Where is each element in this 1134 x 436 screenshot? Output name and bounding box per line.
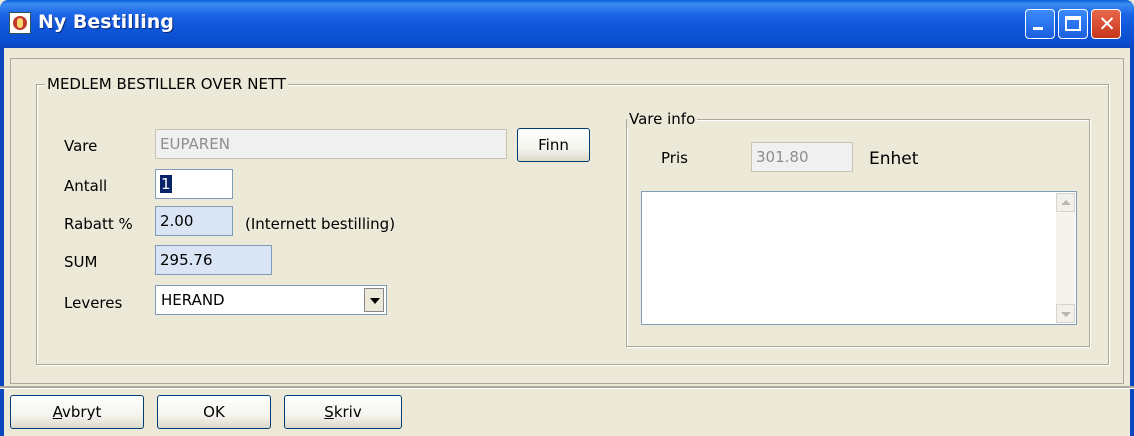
content-panel: MEDLEM BESTILLER OVER NETT Vare EUPAREN …	[10, 58, 1124, 384]
pris-field[interactable]: 301.80	[751, 142, 853, 172]
title-bar[interactable]: Ny Bestilling ✕	[0, 0, 1134, 48]
minimize-button[interactable]	[1025, 9, 1055, 39]
window-border-right	[1130, 48, 1134, 436]
chevron-down-icon[interactable]	[364, 288, 384, 312]
button-divider	[0, 386, 1134, 389]
ok-button[interactable]: OK	[157, 395, 271, 429]
leveres-dropdown[interactable]: HERAND	[155, 285, 387, 315]
rabatt-field[interactable]: 2.00	[155, 206, 233, 236]
print-label: kriv	[333, 403, 362, 421]
print-accel: S	[324, 403, 334, 421]
sum-field[interactable]: 295.76	[155, 245, 272, 275]
unit-label: Enhet	[869, 149, 919, 169]
find-button[interactable]: Finn	[517, 128, 590, 162]
pris-label: Pris	[661, 149, 688, 167]
minimize-icon	[1033, 27, 1043, 30]
rabatt-label: Rabatt %	[64, 215, 133, 233]
leveres-value: HERAND	[161, 291, 225, 309]
antall-value: 1	[160, 175, 172, 193]
vare-label: Vare	[64, 137, 98, 155]
description-scrollbar[interactable]	[1056, 193, 1075, 323]
cancel-accel: A	[52, 403, 63, 421]
vare-field[interactable]: EUPAREN	[155, 129, 507, 159]
maximize-button[interactable]	[1058, 9, 1088, 39]
cancel-button[interactable]: Avbryt	[10, 395, 144, 429]
description-textarea[interactable]	[641, 191, 1077, 325]
close-button[interactable]: ✕	[1091, 9, 1121, 39]
scroll-down-icon[interactable]	[1056, 304, 1075, 323]
antall-label: Antall	[64, 177, 108, 195]
leveres-label: Leveres	[64, 294, 123, 312]
print-button[interactable]: Skriv	[284, 395, 402, 429]
window-border-left	[0, 48, 4, 436]
info-group-title: Vare info	[627, 110, 698, 128]
maximize-icon	[1065, 16, 1081, 31]
antall-field[interactable]: 1	[155, 169, 233, 199]
rabatt-note: (Internett bestilling)	[245, 215, 396, 233]
cancel-label: vbryt	[62, 403, 102, 421]
order-group-title: MEDLEM BESTILLER OVER NETT	[45, 75, 289, 93]
close-icon: ✕	[1098, 12, 1116, 36]
scroll-up-icon[interactable]	[1056, 193, 1075, 212]
dialog-window: Ny Bestilling ✕ MEDLEM BESTILLER OVER NE…	[0, 0, 1134, 436]
app-icon[interactable]	[9, 12, 31, 34]
sum-label: SUM	[64, 253, 98, 271]
window-title: Ny Bestilling	[38, 11, 174, 33]
